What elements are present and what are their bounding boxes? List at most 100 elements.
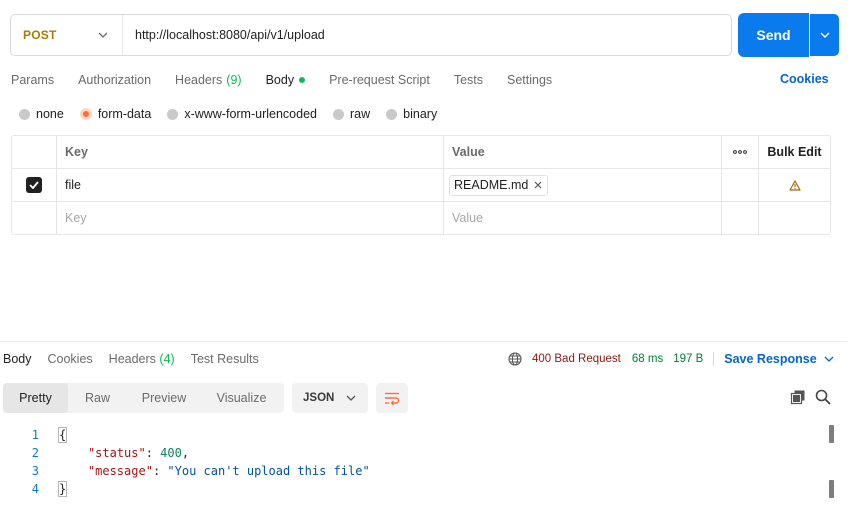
code-line: 2 "status": 400, <box>0 444 830 462</box>
json-value: 400 <box>160 446 182 460</box>
line-number: 2 <box>31 446 39 460</box>
scrollbar-marker[interactable] <box>829 480 834 498</box>
response-tab-headers[interactable]: Headers (4) <box>109 352 175 366</box>
tab-pre-request-script[interactable]: Pre-request Script <box>329 73 430 87</box>
tab-headers[interactable]: Headers (9) <box>175 73 242 87</box>
line-text: "status": 400, <box>87 446 190 460</box>
radio-binary[interactable]: binary <box>386 107 437 121</box>
table-header-row: Key Value Bulk Edit <box>12 136 830 169</box>
scrollbar-marker[interactable] <box>829 425 834 443</box>
search-icon[interactable] <box>815 389 831 405</box>
chevron-down-icon <box>824 356 834 362</box>
close-icon[interactable] <box>534 181 542 189</box>
tab-body[interactable]: Body <box>266 73 306 87</box>
radio-label: binary <box>403 107 438 121</box>
line-text: { <box>39 427 68 443</box>
response-tab-cookies[interactable]: Cookies <box>48 352 93 366</box>
response-size[interactable]: 197 B <box>673 353 703 365</box>
radio-raw[interactable]: raw <box>333 107 370 121</box>
more-options-button[interactable] <box>722 136 759 168</box>
body-indicator-dot <box>299 77 306 83</box>
chevron-down-icon <box>346 395 356 401</box>
response-tab-test-results[interactable]: Test Results <box>191 352 259 366</box>
json-key: "status" <box>87 446 146 460</box>
line-number: 1 <box>31 428 39 442</box>
key-input[interactable]: file <box>57 169 444 201</box>
view-mode-segmented-control: Pretty Raw Preview Visualize <box>3 383 284 413</box>
tab-label: Pre-request Script <box>329 73 430 87</box>
row-spacer-cell <box>722 202 759 234</box>
status-badge[interactable]: 400 Bad Request <box>532 353 621 365</box>
save-response-button[interactable]: Save Response <box>724 352 834 366</box>
view-mode-pretty[interactable]: Pretty <box>3 383 68 413</box>
tab-params[interactable]: Params <box>11 73 54 87</box>
radio-none[interactable]: none <box>19 107 64 121</box>
tab-label: Body <box>265 73 295 87</box>
copy-icon[interactable] <box>790 389 806 405</box>
column-header-key: Key <box>57 136 444 168</box>
radio-circle <box>333 108 344 120</box>
row-checkbox[interactable] <box>26 177 42 193</box>
close-brace: } <box>57 481 68 497</box>
line-number: 3 <box>31 464 39 478</box>
cookies-link[interactable]: Cookies <box>780 72 829 86</box>
url-input[interactable]: http://localhost:8080/api/v1/upload <box>123 28 731 42</box>
radio-circle <box>386 108 398 120</box>
key-placeholder-input[interactable]: Key <box>57 202 444 234</box>
radio-x-www-form-urlencoded[interactable]: x-www-form-urlencoded <box>167 107 317 121</box>
file-chip: README.md <box>449 174 549 196</box>
bulk-edit-button[interactable]: Bulk Edit <box>759 136 830 168</box>
checkmark-icon <box>29 181 39 189</box>
response-tab-body[interactable]: Body <box>3 352 32 366</box>
tab-label: Authorization <box>78 73 152 87</box>
file-name: README.md <box>454 178 529 192</box>
view-mode-preview[interactable]: Preview <box>127 383 201 413</box>
code-line: 1 { <box>0 426 830 444</box>
column-header-value: Value <box>444 136 722 168</box>
row-check-cell <box>12 169 57 201</box>
radio-label: form-data <box>97 107 152 121</box>
response-headers-count: (4) <box>159 352 175 366</box>
json-value: "You can't upload this file" <box>167 464 370 478</box>
more-horizontal-icon <box>733 150 747 154</box>
view-mode-raw[interactable]: Raw <box>68 383 127 413</box>
response-time[interactable]: 68 ms <box>632 353 663 365</box>
form-data-table: Key Value Bulk Edit file README.md Key V… <box>11 135 831 235</box>
tab-settings[interactable]: Settings <box>507 73 552 87</box>
tab-label: Settings <box>507 73 553 87</box>
row-spacer-cell <box>722 169 759 201</box>
radio-label: x-www-form-urlencoded <box>184 107 317 121</box>
warning-icon[interactable] <box>788 179 801 191</box>
line-text: "message": "You can't upload this file" <box>87 464 370 478</box>
divider <box>713 352 715 366</box>
tab-tests[interactable]: Tests <box>454 73 483 87</box>
view-mode-visualize[interactable]: Visualize <box>201 383 282 413</box>
send-options-button[interactable] <box>810 14 839 56</box>
line-number: 4 <box>31 482 39 496</box>
request-tabs: Params Authorization Headers (9) Body Pre… <box>11 70 576 90</box>
request-url-bar: POST http://localhost:8080/api/v1/upload <box>10 14 732 56</box>
format-label: JSON <box>303 392 335 404</box>
method-label: POST <box>23 28 57 42</box>
tab-label: Headers <box>108 352 156 366</box>
code-line: 3 "message": "You can't upload this file… <box>0 462 830 480</box>
method-select[interactable]: POST <box>11 15 123 55</box>
tab-authorization[interactable]: Authorization <box>78 73 151 87</box>
globe-icon[interactable] <box>508 352 522 366</box>
radio-circle <box>19 108 30 120</box>
empty-table-row: Key Value <box>12 202 830 234</box>
radio-label: none <box>36 107 64 121</box>
wrap-lines-icon <box>385 392 400 405</box>
send-button[interactable]: Send <box>739 14 808 56</box>
json-key: "message" <box>87 464 153 478</box>
wrap-lines-button[interactable] <box>376 383 408 413</box>
response-divider <box>0 341 847 342</box>
line-text: } <box>39 481 68 497</box>
tab-label: Headers <box>175 73 223 87</box>
value-placeholder-input[interactable]: Value <box>444 202 722 234</box>
format-select[interactable]: JSON <box>292 383 368 413</box>
radio-form-data[interactable]: form-data <box>79 107 152 121</box>
code-line: 4 } <box>0 480 830 498</box>
response-meta: 400 Bad Request 68 ms 197 B Save Respons… <box>508 350 834 368</box>
row-spacer-cell <box>759 202 830 234</box>
